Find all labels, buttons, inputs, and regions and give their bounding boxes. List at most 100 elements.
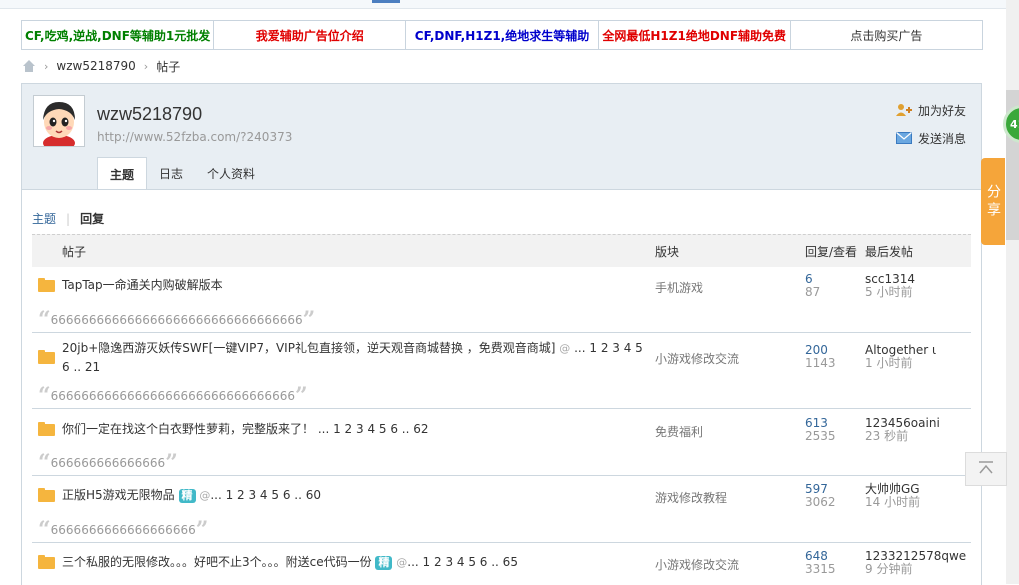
send-message-button[interactable]: 发送消息 xyxy=(895,128,966,148)
subnav-separator: | xyxy=(66,211,71,226)
post-forum-link[interactable]: 游戏修改教程 xyxy=(655,489,727,506)
featured-badge: 精 xyxy=(375,556,393,570)
add-friend-label: 加为好友 xyxy=(917,103,966,118)
post-title-link[interactable]: 三个私服的无限修改。。。好吧不止3个。。。附送ce代码一份 精 @... 1 2… xyxy=(62,553,518,572)
last-post-time[interactable]: 9 分钟前 xyxy=(865,563,966,576)
view-count: 3315 xyxy=(805,562,836,576)
table-row: TapTap一命通关内购破解版本 手机游戏 6 87 scc1314 5 小时前 “… xyxy=(32,266,971,333)
tab-blog[interactable]: 日志 xyxy=(147,157,195,190)
close-quote-icon: ” xyxy=(302,307,316,333)
search-button-edge[interactable] xyxy=(372,0,400,3)
view-count: 3062 xyxy=(805,495,836,509)
header-last-post: 最后发帖 xyxy=(865,244,914,259)
view-count: 1143 xyxy=(805,356,836,370)
table-row: 正版H5游戏无限物品 精 @... 1 2 3 4 5 6 .. 60 游戏修改… xyxy=(32,476,971,543)
close-quote-icon: ” xyxy=(195,517,209,543)
post-quote: “66666666666666666666666666666666” xyxy=(38,383,308,409)
profile-tabs: 主题 日志 个人资料 xyxy=(97,157,267,190)
open-quote-icon: “ xyxy=(38,307,51,333)
post-title-link[interactable]: 20jb+隐逸西游灭妖传SWF[一键VIP7，VIP礼包直接领，逆天观音商城替换… xyxy=(62,339,647,377)
ad-link-4[interactable]: 全网最低H1Z1绝地DNF辅助免费 xyxy=(599,21,791,49)
ad-link-1[interactable]: CF,吃鸡,逆战,DNF等辅助1元批发 xyxy=(22,21,215,49)
table-row: 三个私服的无限修改。。。好吧不止3个。。。附送ce代码一份 精 @... 1 2… xyxy=(32,543,971,585)
post-forum-link[interactable]: 免费福利 xyxy=(655,423,703,440)
last-post: Altogether ι1 小时前 xyxy=(865,344,936,370)
view-count: 87 xyxy=(805,285,821,299)
attachment-icon: @ xyxy=(396,556,408,569)
ad-link-2[interactable]: 我爱辅助广告位介绍 xyxy=(214,21,407,49)
close-quote-icon: ” xyxy=(294,383,308,409)
post-counts: 6 87 xyxy=(805,273,820,299)
posts-panel: 主题 | 回复 帖子 版块 回复/查看 最后发帖 TapTap一命通关内购破解版… xyxy=(21,189,982,585)
post-pager[interactable]: ... 1 2 3 4 5 6 .. 60 xyxy=(210,488,321,502)
post-title-link[interactable]: TapTap一命通关内购破解版本 xyxy=(62,276,223,295)
table-row: 你们一定在找这个白衣野性萝莉，完整版来了！ ... 1 2 3 4 5 6 ..… xyxy=(32,409,971,476)
header-title: 帖子 xyxy=(62,244,87,259)
post-title-link[interactable]: 你们一定在找这个白衣野性萝莉，完整版来了！ ... 1 2 3 4 5 6 ..… xyxy=(62,420,429,439)
last-post-time[interactable]: 1 小时前 xyxy=(865,357,936,370)
breadcrumb-user[interactable]: wzw5218790 xyxy=(56,59,135,73)
page-scrollbar[interactable] xyxy=(1006,0,1019,584)
folder-icon xyxy=(38,555,55,569)
attachment-icon: @ xyxy=(559,342,571,355)
post-pager[interactable]: ... 1 2 3 4 5 6 .. 65 xyxy=(407,555,518,569)
profile-actions: 加为好友 发送消息 xyxy=(895,100,966,156)
last-post-time[interactable]: 23 秒前 xyxy=(865,430,940,443)
chevron-right-icon: › xyxy=(44,59,49,73)
folder-icon xyxy=(38,488,55,502)
profile-url[interactable]: http://www.52fzba.com/?240373 xyxy=(97,130,292,144)
folder-icon xyxy=(38,278,55,292)
posts-subnav: 主题 | 回复 xyxy=(32,210,104,227)
post-title-link[interactable]: 正版H5游戏无限物品 精 @... 1 2 3 4 5 6 .. 60 xyxy=(62,486,321,505)
open-quote-icon: “ xyxy=(38,383,51,409)
ad-link-buy[interactable]: 点击购买广告 xyxy=(791,21,982,49)
add-friend-button[interactable]: 加为好友 xyxy=(895,100,966,120)
table-header: 帖子 版块 回复/查看 最后发帖 xyxy=(32,234,971,267)
open-quote-icon: “ xyxy=(38,517,51,543)
add-friend-icon xyxy=(895,104,912,116)
avatar-cartoon-icon xyxy=(34,96,84,146)
post-quote: “6666666666666666666” xyxy=(38,517,209,543)
top-search-bar xyxy=(0,0,1019,9)
ad-link-3[interactable]: CF,DNF,H1Z1,绝地求生等辅助 xyxy=(406,21,599,49)
open-quote-icon: “ xyxy=(38,450,51,476)
chevron-right-icon: › xyxy=(143,59,149,73)
share-button[interactable]: 分享 xyxy=(981,158,1005,245)
profile-header: wzw5218790 http://www.52fzba.com/?240373… xyxy=(21,83,982,190)
send-message-label: 发送消息 xyxy=(917,131,966,146)
post-quote: “666666666666666666666666666666666” xyxy=(38,307,316,333)
post-forum-link[interactable]: 小游戏修改交流 xyxy=(655,556,739,573)
envelope-icon xyxy=(895,132,912,144)
last-post: 1233212578qwe 9 分钟前 xyxy=(865,550,966,576)
last-post-time[interactable]: 14 小时前 xyxy=(865,496,920,509)
subnav-replies[interactable]: 回复 xyxy=(80,210,104,227)
post-forum-link[interactable]: 手机游戏 xyxy=(655,279,703,296)
last-post-time[interactable]: 5 小时前 xyxy=(865,286,915,299)
post-pager[interactable]: ... 1 2 3 4 5 6 .. 62 xyxy=(318,422,429,436)
arrow-up-icon xyxy=(979,461,993,474)
attachment-icon: @ xyxy=(199,489,211,502)
subnav-topics[interactable]: 主题 xyxy=(32,210,56,227)
post-forum-link[interactable]: 小游戏修改交流 xyxy=(655,350,739,367)
profile-username: wzw5218790 xyxy=(97,104,203,124)
home-icon[interactable] xyxy=(22,60,36,72)
last-post: 123456oaini 23 秒前 xyxy=(865,417,940,443)
table-row: 20jb+隐逸西游灭妖传SWF[一键VIP7，VIP礼包直接领，逆天观音商城替换… xyxy=(32,333,971,409)
avatar[interactable] xyxy=(33,95,85,147)
breadcrumb-current: 帖子 xyxy=(156,59,181,74)
tab-topics[interactable]: 主题 xyxy=(97,157,148,190)
back-to-top-button[interactable] xyxy=(965,452,1007,486)
close-quote-icon: ” xyxy=(165,450,178,476)
speed-badge-text: 41 xyxy=(1010,117,1019,131)
tab-profile[interactable]: 个人资料 xyxy=(195,157,267,190)
post-quote: “666666666666666” xyxy=(38,450,178,476)
header-forum: 版块 xyxy=(655,244,680,259)
header-replies-views: 回复/查看 xyxy=(805,244,858,259)
last-post: 大帅帅GG 14 小时前 xyxy=(865,483,920,509)
post-counts: 648 3315 xyxy=(805,550,836,576)
ad-banner-row: CF,吃鸡,逆战,DNF等辅助1元批发 我爱辅助广告位介绍 CF,DNF,H1Z… xyxy=(21,20,983,50)
folder-icon xyxy=(38,350,55,364)
last-post: scc1314 5 小时前 xyxy=(865,273,915,299)
featured-badge: 精 xyxy=(178,489,196,503)
post-counts: 613 2535 xyxy=(805,417,836,443)
